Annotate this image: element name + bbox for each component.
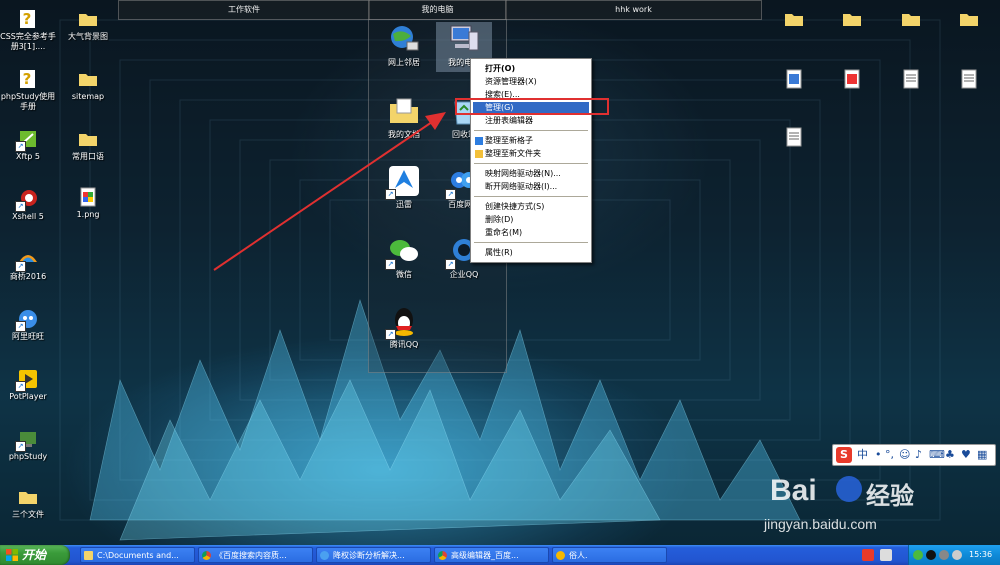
folder-icon (84, 551, 93, 560)
system-tray: 15:36 (908, 545, 1000, 565)
menu-item-new-fence[interactable]: 整理至新格子 (473, 135, 589, 147)
taskbar-item-label: 高级编辑器_百度... (451, 551, 519, 560)
clock[interactable]: 15:36 (969, 545, 992, 565)
watermark-brand-2: 经验 (866, 482, 914, 510)
qq-tray-icon[interactable] (926, 550, 936, 560)
context-menu: 打开(O) 资源管理器(X) 搜索(E)... 管理(G) 注册表编辑器 整理至… (470, 58, 592, 263)
start-button[interactable]: 开始 (0, 545, 70, 565)
network-tray-icon[interactable] (939, 550, 949, 560)
menu-item-regedit[interactable]: 注册表编辑器 (473, 115, 589, 127)
punctuation-icon[interactable]: • (875, 447, 882, 463)
ime-mode-toggle[interactable]: 中 (857, 447, 868, 463)
keyboard-icon[interactable]: ⌨ (929, 447, 945, 463)
taskbar-item-label: 《百度搜索内容质... (215, 551, 287, 560)
volume-tray-icon[interactable] (952, 550, 962, 560)
taskbar-item-chrome-1[interactable]: 《百度搜索内容质... (198, 547, 313, 563)
taskbar: 开始 C:\Documents and... 《百度搜索内容质... 降权诊断分… (0, 545, 1000, 565)
menu-separator (474, 242, 588, 243)
taskbar-item-label: 俗人. (569, 551, 588, 560)
menu-item-disconnect-drive[interactable]: 断开网络驱动器(I)... (473, 181, 589, 193)
mic-icon[interactable]: ♪ (915, 447, 922, 463)
sogou-logo-icon[interactable]: S (836, 447, 852, 463)
fence-icon (475, 137, 483, 145)
chrome-icon (438, 551, 447, 560)
start-label: 开始 (22, 548, 47, 562)
taskbar-item-qq[interactable]: 俗人. (552, 547, 667, 563)
shirt-icon[interactable]: ♥ (961, 447, 971, 463)
ime-toolbar[interactable]: S 中 • °, ☺ ♪ ⌨ ♣ ♥ ▦ (832, 444, 996, 466)
taskbar-item-chrome-2[interactable]: 高级编辑器_百度... (434, 547, 549, 563)
skin-icon[interactable]: ♣ (945, 447, 955, 463)
windows-logo-icon (6, 549, 18, 561)
baidu-watermark: Bai 经验 jingyan.baidu.com (740, 470, 1000, 540)
emoji-icon[interactable]: ☺ (899, 447, 910, 463)
grid-icon[interactable]: ▦ (977, 447, 987, 463)
menu-item-map-drive[interactable]: 映射网络驱动器(N)... (473, 168, 589, 180)
watermark-brand: Bai (770, 474, 817, 507)
menu-item-delete[interactable]: 删除(D) (473, 214, 589, 226)
menu-item-new-folder[interactable]: 整理至新文件夹 (473, 148, 589, 160)
menu-item-label: 整理至新格子 (485, 136, 533, 145)
keyboard-tray-icon[interactable] (880, 549, 892, 561)
qq-icon (556, 551, 565, 560)
menu-item-create-shortcut[interactable]: 创建快捷方式(S) (473, 201, 589, 213)
comma-icon[interactable]: °, (885, 447, 894, 463)
menu-item-rename[interactable]: 重命名(M) (473, 227, 589, 239)
menu-separator (474, 163, 588, 164)
wechat-tray-icon[interactable] (913, 550, 923, 560)
folder-icon (475, 150, 483, 158)
taskbar-item-explorer[interactable]: C:\Documents and... (80, 547, 195, 563)
menu-separator (474, 130, 588, 131)
ie-icon (320, 551, 329, 560)
sogou-tray-icon[interactable] (862, 549, 874, 561)
watermark-url: jingyan.baidu.com (764, 516, 877, 532)
menu-separator (474, 196, 588, 197)
menu-item-properties[interactable]: 属性(R) (473, 247, 589, 259)
taskbar-item-label: C:\Documents and... (97, 551, 179, 560)
chrome-icon (202, 551, 211, 560)
menu-item-explorer[interactable]: 资源管理器(X) (473, 76, 589, 88)
taskbar-item-label: 降权诊断分析解决... (333, 551, 405, 560)
menu-item-label: 整理至新文件夹 (485, 149, 541, 158)
highlight-box (455, 98, 609, 115)
menu-item-open[interactable]: 打开(O) (473, 63, 589, 75)
paw-icon (836, 476, 862, 502)
taskbar-item-ie[interactable]: 降权诊断分析解决... (316, 547, 431, 563)
